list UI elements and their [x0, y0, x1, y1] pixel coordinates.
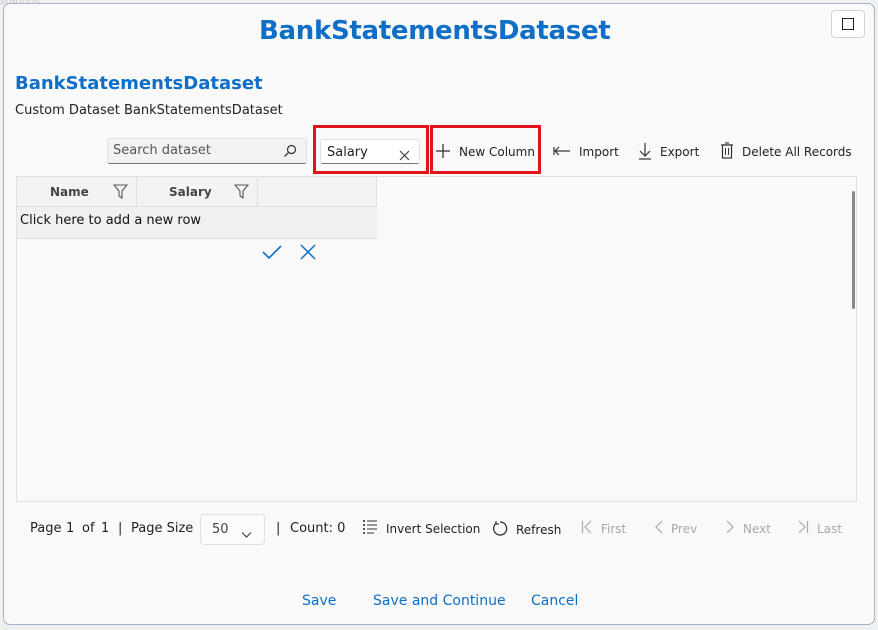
first-label: First — [601, 521, 627, 536]
list-icon — [362, 520, 378, 537]
page-size-select[interactable]: 50 — [200, 514, 265, 545]
save-button[interactable]: Save — [302, 593, 336, 609]
page-total: 1 — [101, 521, 110, 536]
refresh-button[interactable]: Refresh — [491, 520, 561, 540]
search-dataset-field[interactable] — [107, 138, 307, 164]
page-current: 1 — [66, 521, 75, 536]
prev-label: Prev — [671, 521, 698, 536]
maximize-icon — [842, 18, 854, 30]
chevron-left-icon — [654, 520, 663, 537]
last-page-icon — [797, 520, 809, 537]
search-input[interactable] — [113, 143, 273, 158]
highlight-box-column-input — [313, 125, 429, 174]
last-label: Last — [817, 521, 842, 536]
page-label: Page — [30, 521, 62, 536]
maximize-button[interactable] — [831, 10, 865, 38]
filter-icon[interactable] — [112, 184, 129, 202]
invert-selection-button[interactable]: Invert Selection — [362, 520, 480, 537]
prev-page-button[interactable]: Prev — [654, 520, 697, 537]
record-count: Count: 0 — [290, 521, 346, 536]
pager-divider: | — [276, 521, 281, 536]
import-icon — [553, 145, 571, 160]
chevron-down-icon — [241, 524, 252, 543]
dataset-name: BankStatementsDataset — [15, 73, 263, 94]
vertical-scrollbar[interactable] — [852, 191, 855, 309]
refresh-label: Refresh — [516, 523, 562, 537]
delete-all-label: Delete All Records — [742, 145, 852, 159]
column-header-salary[interactable]: Salary — [137, 177, 258, 207]
search-icon[interactable] — [283, 143, 297, 162]
new-row-edit[interactable] — [17, 239, 257, 271]
cancel-button[interactable]: Cancel — [531, 593, 578, 609]
data-grid: Name Salary Click here to add a new row — [16, 176, 857, 502]
last-page-button[interactable]: Last — [797, 520, 842, 537]
dataset-description: Custom Dataset BankStatementsDataset — [15, 103, 283, 118]
trash-icon — [720, 142, 734, 162]
refresh-icon — [491, 520, 508, 540]
checkmark-icon[interactable] — [262, 244, 282, 264]
add-new-row[interactable]: Click here to add a new row — [17, 207, 377, 239]
export-icon — [638, 142, 652, 163]
column-header-name-label: Name — [50, 185, 89, 199]
invert-selection-label: Invert Selection — [386, 521, 481, 536]
delete-all-records-button[interactable]: Delete All Records — [720, 142, 852, 162]
import-label: Import — [579, 145, 619, 159]
first-page-icon — [581, 520, 593, 537]
export-label: Export — [660, 145, 700, 159]
next-page-button[interactable]: Next — [726, 520, 771, 537]
save-and-continue-button[interactable]: Save and Continue — [373, 593, 506, 609]
export-button[interactable]: Export — [638, 142, 699, 162]
page-size-label: Page Size — [131, 521, 194, 536]
import-button[interactable]: Import — [553, 142, 619, 162]
column-header-salary-label: Salary — [169, 185, 212, 199]
pager-divider: | — [118, 521, 123, 536]
filter-icon[interactable] — [233, 184, 250, 202]
dialog-title: BankStatementsDataset — [259, 16, 611, 46]
highlight-box-new-column — [430, 125, 541, 174]
first-page-button[interactable]: First — [581, 520, 626, 537]
next-label: Next — [743, 521, 771, 536]
of-label: of — [82, 521, 95, 536]
close-icon[interactable] — [300, 244, 316, 264]
column-header-name[interactable]: Name — [17, 177, 137, 207]
chevron-right-icon — [726, 520, 735, 537]
page-size-value: 50 — [212, 522, 229, 537]
column-header-actions — [258, 177, 377, 207]
